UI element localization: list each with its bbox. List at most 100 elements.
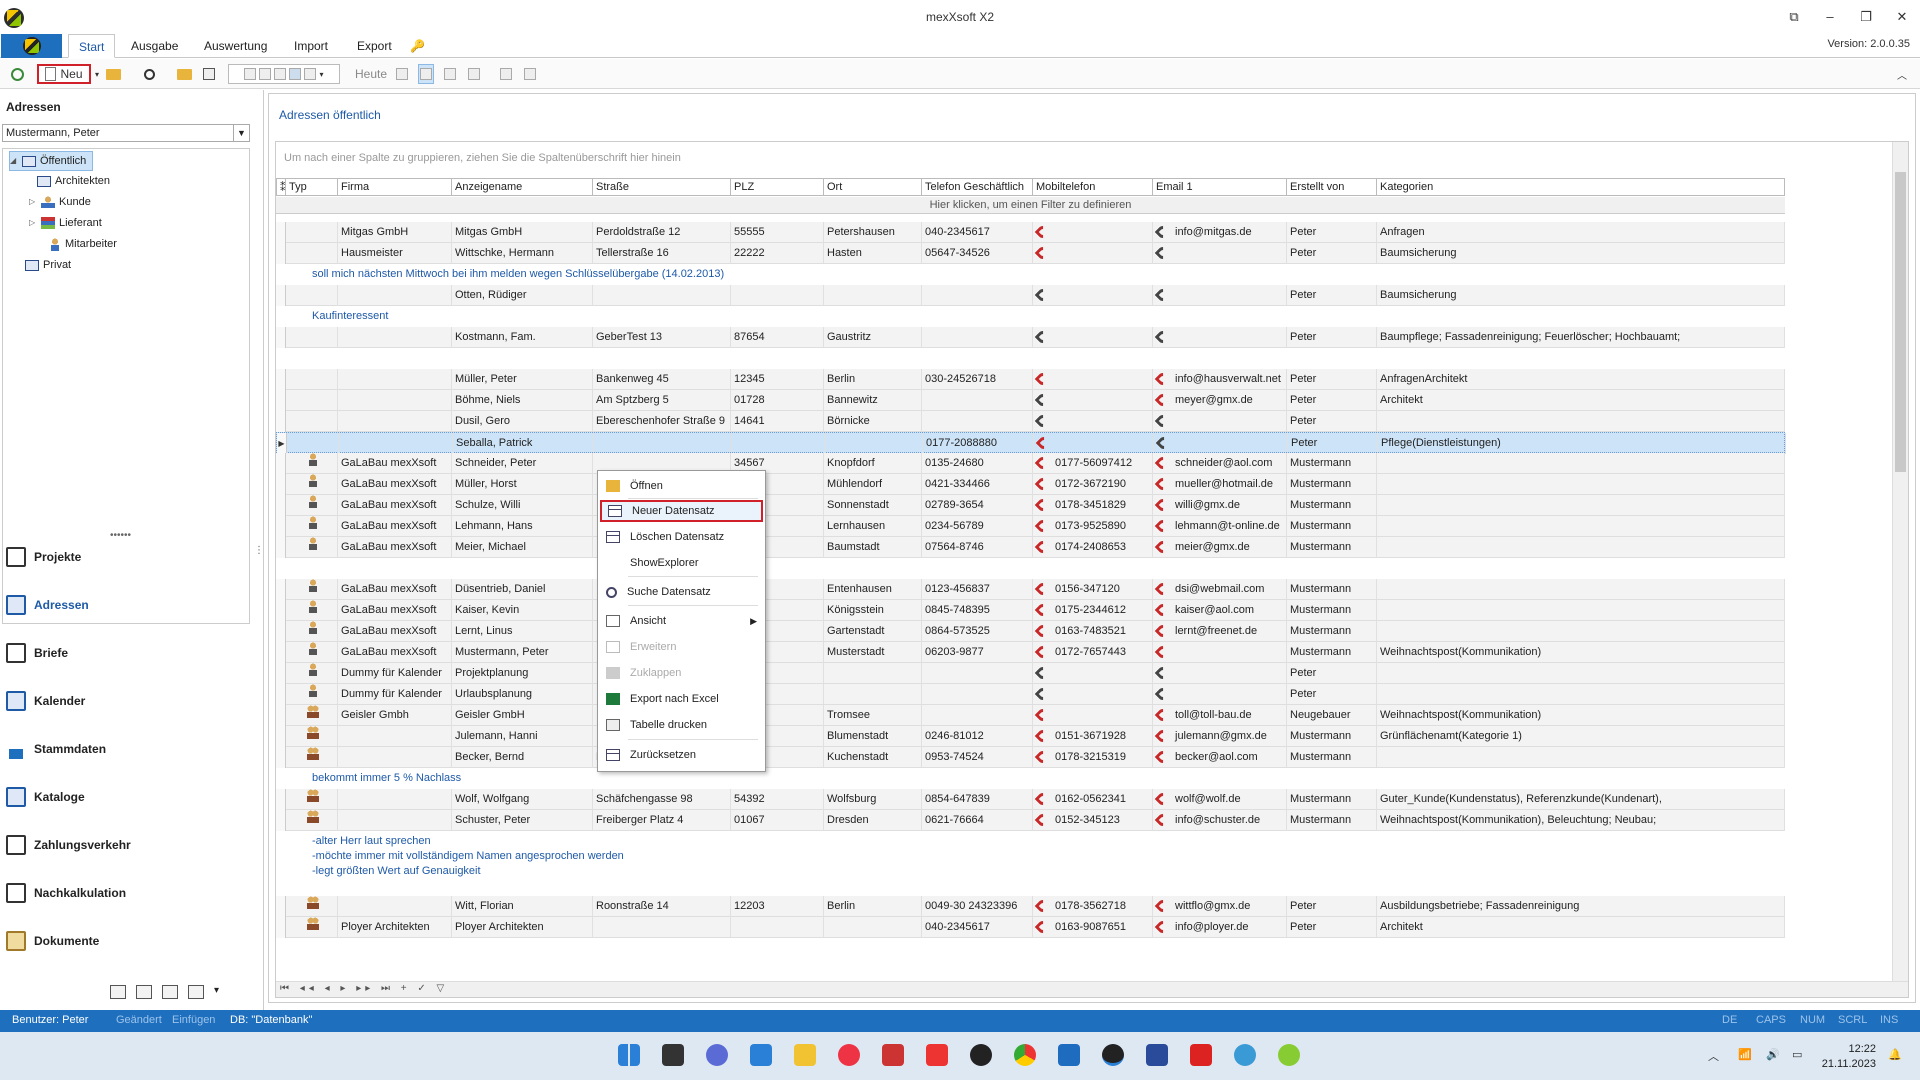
phone-red-icon[interactable] xyxy=(1034,897,1052,915)
cart-small-icon[interactable] xyxy=(188,985,204,999)
phone-red-icon[interactable] xyxy=(1034,475,1052,493)
phone-black-icon[interactable] xyxy=(1154,412,1172,430)
phone-red-icon[interactable] xyxy=(1034,811,1052,829)
print-icon[interactable] xyxy=(498,64,514,84)
nav-zahlungsverkehr[interactable]: Zahlungsverkehr xyxy=(6,833,131,857)
table-row[interactable]: Böhme, Niels Am Sptzberg 5 01728 Bannewitz m… xyxy=(276,390,1785,411)
phone-red-icon[interactable] xyxy=(1034,454,1052,472)
phone-black-icon[interactable] xyxy=(1034,328,1052,346)
column-header-plz[interactable]: PLZ xyxy=(731,178,824,196)
phone-red-icon[interactable] xyxy=(1035,434,1053,452)
table-row[interactable]: Otten, Rüdiger Peter Baumsicherung xyxy=(276,285,1785,306)
menu-item-zuruecksetzen[interactable]: Zurücksetzen xyxy=(600,744,763,766)
phone-black-icon[interactable] xyxy=(1034,412,1052,430)
nav-nachkalkulation[interactable]: Nachkalkulation xyxy=(6,881,126,905)
chevron-down-icon[interactable]: ▼ xyxy=(233,125,249,141)
column-header-email[interactable]: Email 1 xyxy=(1153,178,1287,196)
teams-icon[interactable] xyxy=(706,1044,728,1066)
phone-red-icon[interactable] xyxy=(1154,706,1172,724)
table-row[interactable]: Hausmeister Wittschke, Hermann Tellerstraß… xyxy=(276,243,1785,264)
menu-item-showexplorer[interactable]: ShowExplorer xyxy=(600,552,763,574)
menu-item-loeschen-datensatz[interactable]: Löschen Datensatz xyxy=(600,526,763,548)
scroll-thumb[interactable] xyxy=(1895,172,1906,472)
view-toolbar-group[interactable]: ▾ xyxy=(228,64,340,84)
phone-red-icon[interactable] xyxy=(1154,391,1172,409)
phone-black-icon[interactable] xyxy=(1034,391,1052,409)
phone-red-icon[interactable] xyxy=(1154,475,1172,493)
user-select[interactable]: Mustermann, Peter ▼ xyxy=(2,124,250,142)
phone-red-icon[interactable] xyxy=(1034,790,1052,808)
anydesk-icon[interactable] xyxy=(926,1044,948,1066)
phone-red-icon[interactable] xyxy=(1154,580,1172,598)
table-row[interactable]: ▶ Seballa, Patrick 0177-2088880 Peter Pflege… xyxy=(276,432,1786,454)
table-row[interactable]: GaLaBau mexXsoftKaiser, Kevin56474Königs… xyxy=(276,600,1785,621)
phone-red-icon[interactable] xyxy=(1154,643,1172,661)
menu-item-ansicht[interactable]: Ansicht ▶ xyxy=(600,610,763,632)
nav-projekte[interactable]: Projekte xyxy=(6,545,81,569)
network-icon[interactable]: 📶 xyxy=(1738,1048,1752,1061)
table-row[interactable]: Schuster, Peter Freiberger Platz 4 01067 Dr… xyxy=(276,810,1785,831)
restore-layout-icon[interactable]: ⧉ xyxy=(1776,0,1812,33)
outlook-icon[interactable] xyxy=(1058,1044,1080,1066)
filter-row[interactable]: Hier klicken, um einen Filter zu definie… xyxy=(276,197,1785,214)
phone-red-icon[interactable] xyxy=(1154,918,1172,936)
power-icon[interactable] xyxy=(8,64,26,84)
table-row[interactable]: GaLaBau mexXsoftLernt, Linus77632Gartens… xyxy=(276,621,1785,642)
table-row[interactable]: Geisler GmbhGeisler GmbH34227Tromseetoll… xyxy=(276,705,1785,726)
phone-red-icon[interactable] xyxy=(1154,790,1172,808)
table-row[interactable]: GaLaBau mexXsoft Schneider, Peter 34567 Kno… xyxy=(276,453,1785,474)
calendar-small-icon[interactable] xyxy=(110,985,126,999)
phone-black-icon[interactable] xyxy=(1154,685,1172,703)
day-view-icon[interactable] xyxy=(394,64,410,84)
phone-red-icon[interactable] xyxy=(1034,538,1052,556)
phone-red-icon[interactable] xyxy=(1034,496,1052,514)
table-row[interactable]: Wolf, Wolfgang Schäfchengasse 98 54392 Wolf… xyxy=(276,789,1785,810)
notification-icon[interactable]: 🔔 xyxy=(1888,1048,1902,1061)
column-header-name[interactable]: Anzeigename xyxy=(452,178,593,196)
close-button[interactable]: ✕ xyxy=(1884,0,1920,33)
teamviewer-icon[interactable] xyxy=(970,1044,992,1066)
column-header-kat[interactable]: Kategorien xyxy=(1377,178,1785,196)
phone-red-icon[interactable] xyxy=(1154,517,1172,535)
phone-black-icon[interactable] xyxy=(1154,286,1172,304)
table-row[interactable]: Kostmann, Fam. GeberTest 13 87654 Gaustritz… xyxy=(276,327,1785,348)
phone-black-icon[interactable] xyxy=(1154,223,1172,241)
tab-ausgabe[interactable]: Ausgabe xyxy=(121,34,188,58)
phone-red-icon[interactable] xyxy=(1034,622,1052,640)
table-row[interactable]: Mitgas GmbH Mitgas GmbH Perdoldstraße 12 55… xyxy=(276,222,1785,243)
app2-icon[interactable] xyxy=(1146,1044,1168,1066)
week7-view-icon[interactable] xyxy=(442,64,458,84)
open-folder-icon[interactable] xyxy=(104,64,122,84)
today-button[interactable]: Heute xyxy=(354,64,388,84)
tools-icon[interactable]: 🔑 xyxy=(400,34,435,58)
phone-red-icon[interactable] xyxy=(1034,706,1052,724)
table-row[interactable]: Becker, BerndBrötchengasse 10888776Kuche… xyxy=(276,747,1785,768)
column-header-tel[interactable]: Telefon Geschäftlich xyxy=(922,178,1033,196)
menu-item-export-excel[interactable]: Export nach Excel xyxy=(600,688,763,710)
phone-red-icon[interactable] xyxy=(1154,538,1172,556)
table-row[interactable]: GaLaBau mexXsoftMustermann, Peter65120Mu… xyxy=(276,642,1785,663)
phone-black-icon[interactable] xyxy=(1154,664,1172,682)
table-row[interactable]: Julemann, Hanni34567Blumenstadt0246-8101… xyxy=(276,726,1785,747)
week-view-icon[interactable] xyxy=(418,64,434,84)
table-row[interactable]: GaLaBau mexXsoftSchulze, Willi23456Sonne… xyxy=(276,495,1785,516)
vertical-scrollbar[interactable] xyxy=(1892,142,1908,982)
volume-icon[interactable]: 🔊 xyxy=(1766,1048,1780,1061)
menu-item-suche-datensatz[interactable]: Suche Datensatz xyxy=(600,581,763,603)
menu-item-tabelle-drucken[interactable]: Tabelle drucken xyxy=(600,714,763,736)
table-row[interactable]: GaLaBau mexXsoftLehmann, Hans12355Lernha… xyxy=(276,516,1785,537)
phone-black-icon[interactable] xyxy=(1034,685,1052,703)
phone-black-icon[interactable] xyxy=(1034,664,1052,682)
app-menu-button[interactable] xyxy=(1,34,62,58)
tray-chevron-icon[interactable]: ︿ xyxy=(1708,1048,1719,1064)
nav-stammdaten[interactable]: Stammdaten xyxy=(6,737,106,761)
app3-icon[interactable] xyxy=(1278,1044,1300,1066)
tree-node-oeffentlich[interactable]: ◢ Öffentlich xyxy=(9,151,94,171)
tree-node-architekten[interactable]: Architekten xyxy=(37,171,110,191)
tools-app-icon[interactable] xyxy=(882,1044,904,1066)
collapse-ribbon-icon[interactable]: ︿ xyxy=(1894,64,1910,84)
search-icon[interactable] xyxy=(140,64,158,84)
tree-node-lieferant[interactable]: ▷ Lieferant xyxy=(29,213,102,233)
record-navigation-icons[interactable]: ⏮ ◂◂ ◂ ▸ ▸▸ ⏭ + ✓ ▽ xyxy=(280,983,448,994)
table-row[interactable]: Ployer Architekten Ployer Architekten 040-… xyxy=(276,917,1785,938)
